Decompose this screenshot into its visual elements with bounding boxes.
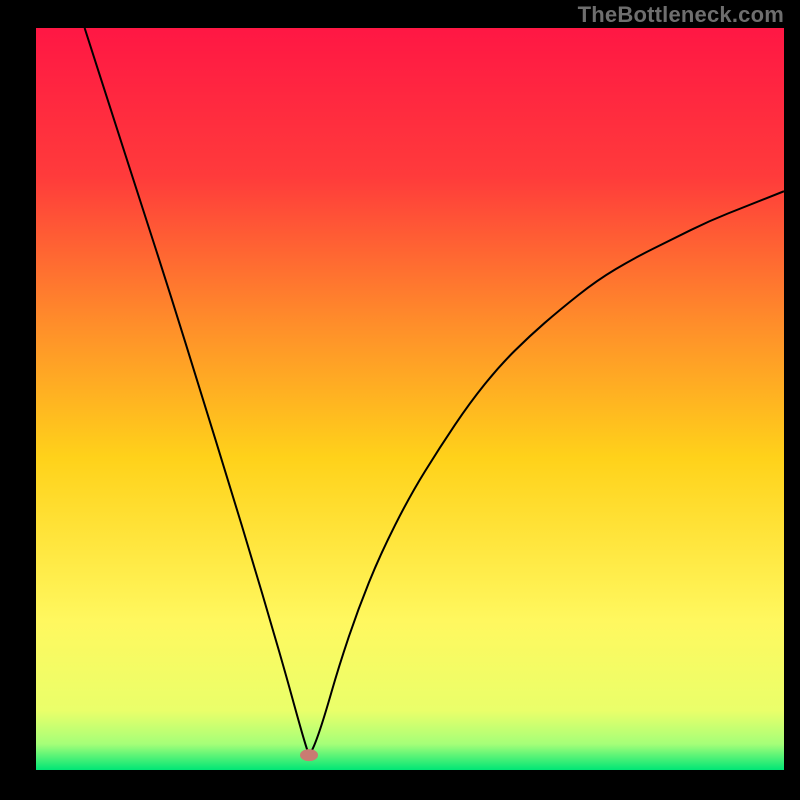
optimal-point-marker	[300, 749, 318, 761]
bottleneck-chart	[0, 0, 800, 800]
chart-frame: TheBottleneck.com	[0, 0, 800, 800]
plot-background	[36, 28, 784, 770]
